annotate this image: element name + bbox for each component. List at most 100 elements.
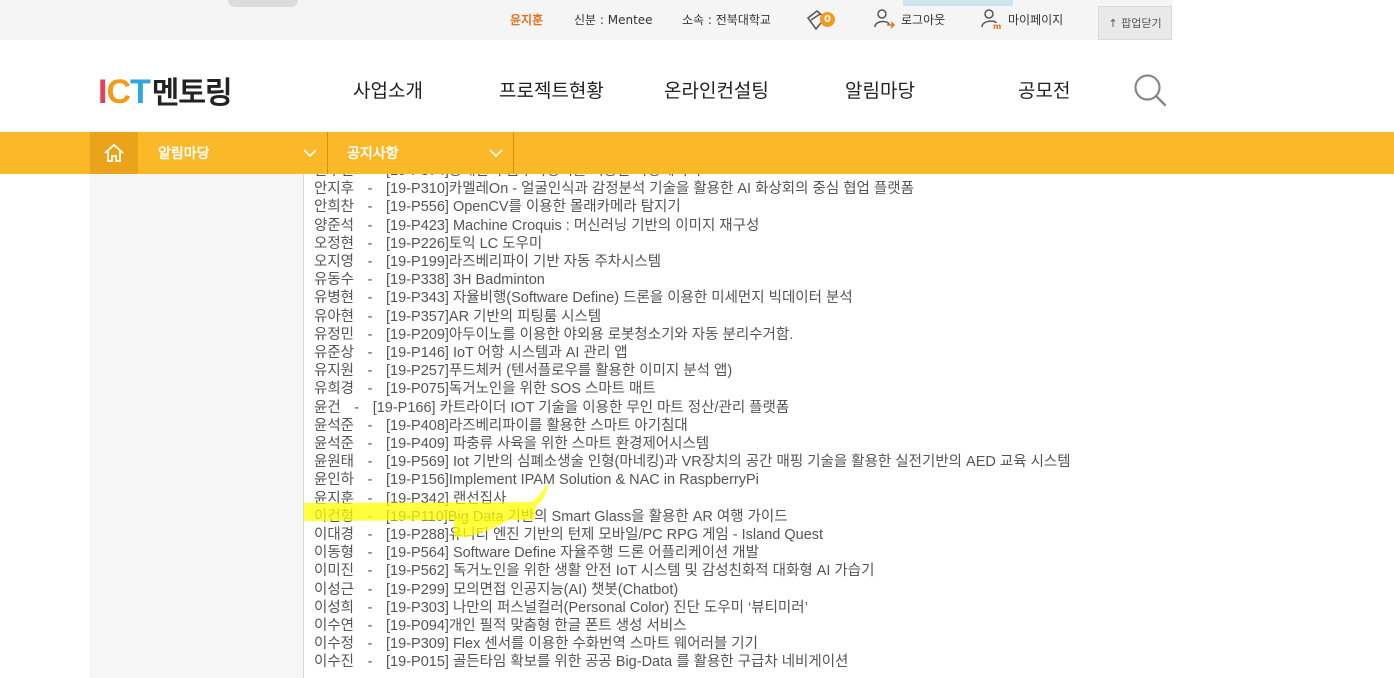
mypage-label: 마이페이지 xyxy=(1008,12,1064,27)
list-item-separator: - xyxy=(367,654,373,671)
list-item-name: 양준석 xyxy=(314,217,355,234)
list-item-separator: - xyxy=(367,345,373,362)
list-item-name: 유동수 xyxy=(314,272,355,289)
list-item: 이대경 - [19-P288]유니티 엔진 기반의 턴제 모바일/PC RPG 게임… xyxy=(314,526,1114,544)
list-item-separator: - xyxy=(367,454,373,471)
list-item-separator: - xyxy=(367,290,373,307)
list-item-name: 윤원태 xyxy=(314,454,355,471)
list-item-title: [19-P299] 모의면접 인공지능(AI) 챗봇(Chatbot) xyxy=(386,581,679,598)
list-item-name: 유준상 xyxy=(314,345,355,362)
chevron-down-icon xyxy=(489,149,503,158)
gnb-item-projects[interactable]: 프로젝트현황 xyxy=(499,76,604,103)
list-item: 양준석 - [19-P423] Machine Croquis : 머신러닝 기반의… xyxy=(314,217,1114,235)
list-item-name: 유지원 xyxy=(314,363,355,380)
list-item-title: [19-P357]AR 기반의 피팅룸 시스템 xyxy=(386,308,602,325)
user-name: 윤지훈 xyxy=(510,13,544,27)
home-icon xyxy=(104,143,124,162)
list-item-name: 유희경 xyxy=(314,381,355,398)
list-item-name: 윤지훈 xyxy=(314,490,355,507)
list-item-title: [19-P075]독거노인을 위한 SOS 스마트 매트 xyxy=(386,381,656,398)
list-item-title: [19-P569] Iot 기반의 심폐소생술 인형(마네킹)과 VR장치의 공… xyxy=(386,454,1071,471)
list-item-title: [19-P556] OpenCV를 이용한 몰래카메라 탐지기 xyxy=(386,199,681,216)
gnb-item-about[interactable]: 사업소개 xyxy=(353,76,423,103)
list-item-title: [19-P374]증세관식 음주측정기를 이용한 차량제어기 xyxy=(386,174,701,179)
mypage-button[interactable]: my 마이페이지 xyxy=(980,8,1063,30)
message-button[interactable]: 0 xyxy=(805,9,835,31)
list-item-name: 안지후 xyxy=(314,181,355,198)
list-item: 이미진 - [19-P562] 독거노인을 위한 생활 안전 IoT 시스템 및 감… xyxy=(314,562,1114,580)
list-item: 윤석준 - [19-P409] 파충류 사육을 위한 스마트 환경제어시스템 xyxy=(314,435,1114,453)
gnb-item-online-consulting[interactable]: 온라인컨설팅 xyxy=(664,76,769,103)
list-item-name: 오지영 xyxy=(314,254,355,271)
search-icon[interactable] xyxy=(1133,73,1167,107)
list-item-name: 윤인하 xyxy=(314,472,355,489)
list-item: 안희찬 - [19-P556] OpenCV를 이용한 몰래카메라 탐지기 xyxy=(314,198,1114,216)
list-item-separator: - xyxy=(367,254,373,271)
list-item-title: [19-P310]카멜레On - 얼굴인식과 감정분석 기술을 활용한 AI 화… xyxy=(386,181,914,198)
list-item-separator: - xyxy=(354,399,360,416)
list-item-name: 이성근 xyxy=(314,581,355,598)
site-logo[interactable]: ICT 멘토링 xyxy=(98,68,233,112)
logout-icon xyxy=(874,9,895,29)
list-item-name: 오정현 xyxy=(314,235,355,252)
list-item-separator: - xyxy=(367,326,373,343)
list-item-separator: - xyxy=(367,363,373,380)
list-item-name: 이성희 xyxy=(314,599,355,616)
list-item: 윤원태 - [19-P569] Iot 기반의 심폐소생술 인형(마네킹)과 VR장… xyxy=(314,453,1104,471)
user-role: 신분 : Mentee xyxy=(574,13,653,27)
list-item: 안지후 - [19-P310]카멜레On - 얼굴인식과 감정분석 기술을 활용한 … xyxy=(314,180,1114,198)
list-item: 윤석준 - [19-P408]라즈베리파이를 활용한 스마트 아기침대 xyxy=(314,417,1114,435)
list-item: 오정현 - [19-P226]토익 LC 도우미 xyxy=(314,235,1114,253)
list-item-separator: - xyxy=(367,545,373,562)
list-item-separator: - xyxy=(367,490,373,507)
list-item: 유희경 - [19-P075]독거노인을 위한 SOS 스마트 매트 xyxy=(314,380,1114,398)
list-item-title: [19-P199]라즈베리파이 기반 자동 주차시스템 xyxy=(386,254,662,271)
utility-bar: 윤지훈 신분 : Mentee 소속 : 전북대학교 0 로그아웃 my 마이페… xyxy=(0,0,1172,40)
breadcrumb-level1-label: 알림마당 xyxy=(158,146,210,162)
decorative-shape xyxy=(228,0,298,7)
list-item-separator: - xyxy=(367,272,373,289)
message-count-badge: 0 xyxy=(820,12,835,27)
list-item-name: 유아현 xyxy=(314,308,355,325)
gnb-item-contest[interactable]: 공모전 xyxy=(1018,76,1070,103)
list-item: 윤인하 - [19-P156]Implement IPAM Solution & N… xyxy=(314,471,1114,489)
logout-button[interactable]: 로그아웃 xyxy=(873,8,945,30)
breadcrumb-level2-label: 공지사항 xyxy=(347,146,399,162)
home-button[interactable] xyxy=(90,132,138,174)
sub-navigation: 알림마당 공지사항 xyxy=(0,132,1394,174)
list-item: 이수정 - [19-P309] Flex 센서를 이용한 수화번역 스마트 웨어러블… xyxy=(314,635,1114,653)
list-item: 이수진 - [19-P015] 골든타임 확보를 위한 공공 Big-Data 를 … xyxy=(314,653,1114,671)
list-item-separator: - xyxy=(367,417,373,434)
list-item-name: 이수진 xyxy=(314,654,355,671)
list-item: 유동수 - [19-P338] 3H Badminton xyxy=(314,271,1114,289)
site-header: ICT 멘토링 사업소개 프로젝트현황 온라인컨설팅 알림마당 공모전 xyxy=(0,40,1394,134)
list-item-name: 이동형 xyxy=(314,545,355,562)
list-item-title: [19-P226]토익 LC 도우미 xyxy=(386,235,543,252)
list-item: 이동형 - [19-P564] Software Define 자율주행 드론 어플… xyxy=(314,544,1114,562)
list-item-name: 윤석준 xyxy=(314,436,355,453)
breadcrumb-level2-dropdown[interactable]: 공지사항 xyxy=(328,132,514,174)
list-item-title: [19-P309] Flex 센서를 이용한 수화번역 스마트 웨어러블 기기 xyxy=(386,636,758,653)
list-item-title: [19-P288]유니티 엔진 기반의 턴제 모바일/PC RPG 게임 - I… xyxy=(386,527,824,544)
list-item-name: 이수연 xyxy=(314,618,355,635)
breadcrumb-level1-dropdown[interactable]: 알림마당 xyxy=(138,132,328,174)
list-item: 이수연 - [19-P094]개인 필적 맞춤형 한글 폰트 생성 서비스 xyxy=(314,617,1114,635)
list-item: 유준상 - [19-P146] IoT 어항 시스템과 AI 관리 앱 xyxy=(314,344,1114,362)
user-organization: 소속 : 전북대학교 xyxy=(682,13,771,27)
list-item: 유지원 - [19-P257]푸드체커 (텐서플로우를 활용한 이미지 분석 앱) xyxy=(314,362,1114,380)
list-item: 이성근 - [19-P299] 모의면접 인공지능(AI) 챗봇(Chatbot) xyxy=(314,581,1114,599)
list-item: 이건형 - [19-P110]Big Data 기반의 Smart Glass을 활… xyxy=(314,508,1114,526)
list-item-separator: - xyxy=(367,636,373,653)
list-item-separator: - xyxy=(367,217,373,234)
list-item-title: [19-P156]Implement IPAM Solution & NAC i… xyxy=(386,472,759,489)
popup-close-button[interactable]: ↑ 팝업닫기 xyxy=(1098,6,1172,40)
list-item-name: 유병현 xyxy=(314,290,355,307)
mypage-icon: my xyxy=(981,9,1002,30)
list-item-title: [19-P338] 3H Badminton xyxy=(386,272,545,289)
gnb-item-notice[interactable]: 알림마당 xyxy=(845,76,915,103)
logo-text: 멘토링 xyxy=(151,76,233,111)
list-item: 오지영 - [19-P199]라즈베리파이 기반 자동 주차시스템 xyxy=(314,253,1114,271)
list-item-title: [19-P343] 자율비행(Software Define) 드론을 이용한 … xyxy=(386,290,853,307)
list-item-title: [19-P166] 카트라이더 IOT 기술을 이용한 무인 마트 정산/관리 … xyxy=(372,399,790,416)
logo-ict: ICT xyxy=(98,73,151,111)
